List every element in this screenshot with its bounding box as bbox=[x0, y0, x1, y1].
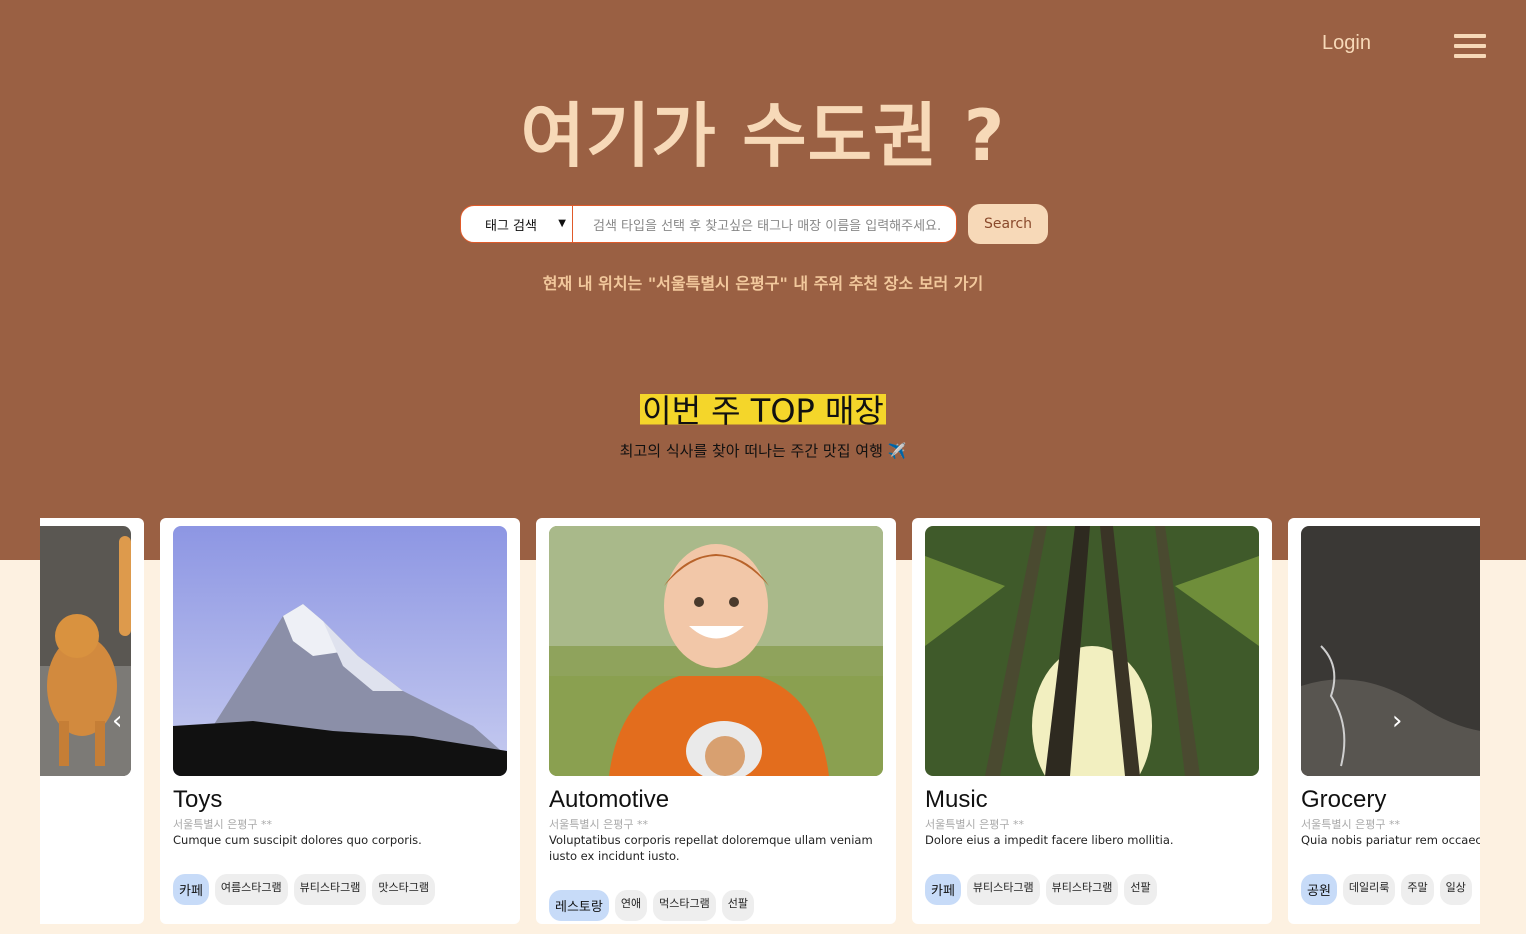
store-location: 서울특별시 은평구 ** bbox=[925, 818, 1024, 831]
page-title: 여기가 수도권 ? bbox=[520, 95, 1006, 177]
search-input[interactable]: 검색 타입을 선택 후 찾고싶은 태그나 매장 이름을 입력해주세요. bbox=[572, 205, 957, 243]
tag[interactable]: 선팔 bbox=[721, 890, 754, 921]
tag-list: 레스토랑 연애 먹스타그램 선팔 bbox=[549, 890, 754, 921]
store-location: 서울특별시 은평구 ** bbox=[1301, 818, 1400, 831]
store-title: Automotive bbox=[549, 786, 670, 813]
chevron-right-icon[interactable]: › bbox=[1392, 706, 1402, 736]
hamburger-menu-icon[interactable] bbox=[1454, 34, 1486, 58]
store-title: Music bbox=[925, 786, 988, 813]
store-image-ground bbox=[1301, 526, 1480, 776]
tag[interactable]: 데일리룩 bbox=[1342, 874, 1396, 905]
section-title-text: 이번 주 TOP 매장 bbox=[640, 392, 886, 430]
tag-list: 카페 여름스타그램 뷰티스타그램 맛스타그램 bbox=[173, 874, 435, 905]
tag[interactable]: 주말 bbox=[1401, 874, 1434, 905]
store-image-child bbox=[549, 526, 883, 776]
tag-list: 카페 뷰티스타그램 뷰티스타그램 선팔 bbox=[925, 874, 1157, 905]
chevron-left-icon[interactable]: ‹ bbox=[112, 706, 122, 736]
login-link[interactable]: Login bbox=[1322, 32, 1371, 55]
store-location: 서울특별시 은평구 ** bbox=[549, 818, 648, 831]
store-description: Cumque cum suscipit dolores quo corporis… bbox=[173, 833, 422, 847]
tag[interactable]: 카페 bbox=[925, 874, 961, 905]
chevron-down-icon: ▼ bbox=[558, 218, 566, 229]
store-card[interactable]: Toys 서울특별시 은평구 ** Cumque cum suscipit do… bbox=[160, 518, 520, 924]
store-description: Dolore eius a impedit facere libero moll… bbox=[925, 833, 1174, 847]
tag[interactable]: 연애 bbox=[614, 890, 648, 921]
tag[interactable]: 선팔 bbox=[1124, 874, 1157, 905]
tag[interactable]: 여름스타그램 bbox=[214, 874, 288, 905]
store-title: Toys bbox=[173, 786, 223, 813]
store-description: Voluptatibus corporis repellat doloremqu… bbox=[549, 833, 873, 863]
tag[interactable]: 일상 bbox=[1439, 874, 1472, 905]
store-image-bamboo bbox=[925, 526, 1259, 776]
store-image-mountain bbox=[173, 526, 507, 776]
tag[interactable]: 레스토랑 bbox=[549, 890, 609, 921]
tag[interactable]: 뷰티스타그램 bbox=[293, 874, 367, 905]
store-card[interactable]: Grocery 서울특별시 은평구 ** Quia nobis pariatur… bbox=[1288, 518, 1480, 924]
store-card[interactable]: Automotive 서울특별시 은평구 ** Voluptatibus cor… bbox=[536, 518, 896, 924]
store-card[interactable]: Music 서울특별시 은평구 ** Dolore eius a impedit… bbox=[912, 518, 1272, 924]
store-carousel: Toys 서울특별시 은평구 ** Cumque cum suscipit do… bbox=[40, 518, 1480, 928]
tag[interactable]: 뷰티스타그램 bbox=[1045, 874, 1119, 905]
tag[interactable]: 뷰티스타그램 bbox=[966, 874, 1040, 905]
tag-list: 공원 데일리룩 주말 일상 bbox=[1301, 874, 1472, 905]
search-button[interactable]: Search bbox=[968, 204, 1048, 244]
store-image-cat bbox=[40, 526, 131, 776]
section-title: 이번 주 TOP 매장 bbox=[0, 386, 1526, 432]
tag[interactable]: 맛스타그램 bbox=[372, 874, 435, 905]
section-subtitle: 최고의 식사를 찾아 떠나는 주간 맛집 여행 ✈️ bbox=[619, 442, 907, 460]
store-description: Quia nobis pariatur rem occaecati. bbox=[1301, 833, 1480, 847]
tag[interactable]: 공원 bbox=[1301, 874, 1337, 905]
tag[interactable]: 먹스타그램 bbox=[653, 890, 716, 921]
tag[interactable]: 카페 bbox=[173, 874, 209, 905]
search-type-value: 태그 검색 bbox=[485, 218, 537, 234]
search-type-select[interactable]: 태그 검색 ▼ bbox=[460, 205, 573, 243]
location-link[interactable]: 현재 내 위치는 "서울특별시 은평구" 내 주위 추천 장소 보러 가기 bbox=[0, 270, 1526, 294]
store-location: 서울특별시 은평구 ** bbox=[173, 818, 272, 831]
store-title: Grocery bbox=[1301, 786, 1387, 813]
store-card[interactable] bbox=[40, 518, 144, 924]
